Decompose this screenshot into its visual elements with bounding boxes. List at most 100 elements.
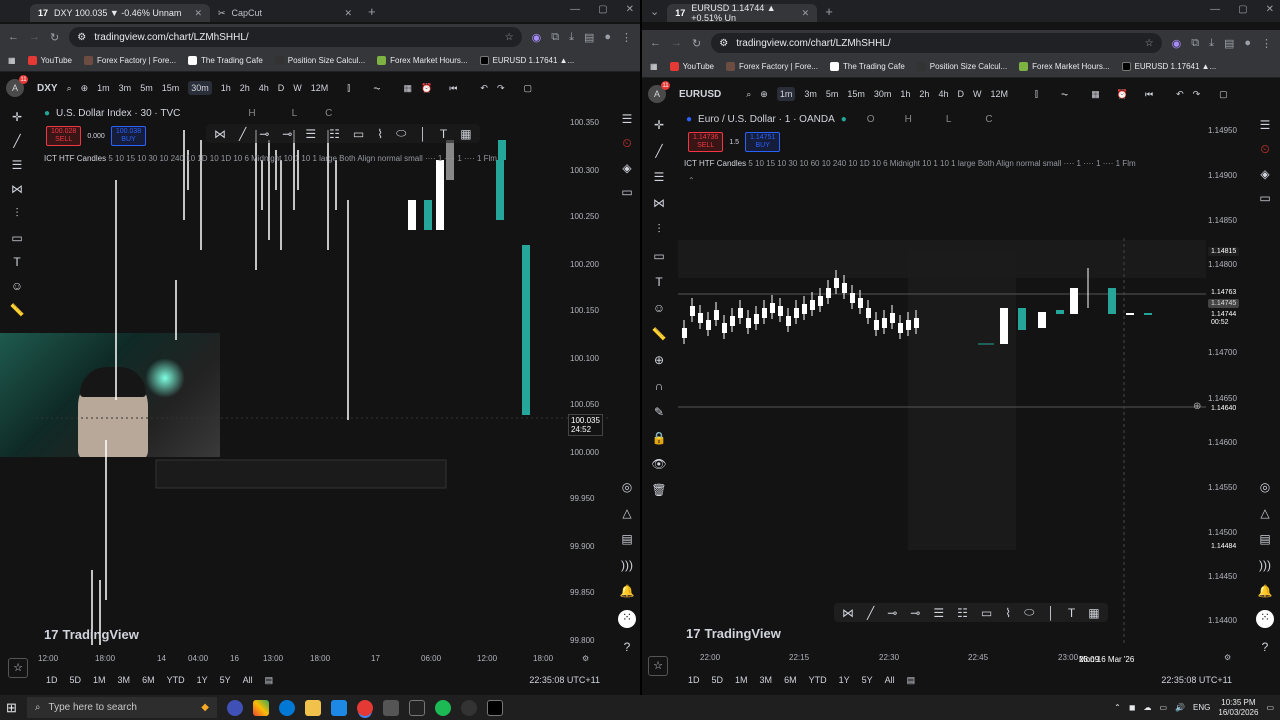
- date-range-icon[interactable]: ▤: [265, 675, 274, 686]
- crosshair-icon[interactable]: ✛: [654, 118, 664, 132]
- crosshair-add-icon[interactable]: ⊕: [1193, 401, 1201, 412]
- help-icon[interactable]: ?: [1262, 640, 1269, 654]
- text-tool-icon[interactable]: T: [440, 127, 447, 141]
- range-5d[interactable]: 5D: [70, 675, 82, 685]
- rect-tool-icon[interactable]: ▭: [353, 127, 364, 141]
- range-all[interactable]: All: [243, 675, 253, 685]
- pattern-icon[interactable]: ⋈: [11, 182, 23, 196]
- favorites-star-icon[interactable]: ☆: [8, 658, 28, 678]
- apps-grid-icon[interactable]: ▦: [650, 62, 658, 71]
- maximize-icon[interactable]: ▢: [1238, 4, 1247, 15]
- minimize-icon[interactable]: —: [570, 4, 580, 15]
- symbol-search[interactable]: DXY: [37, 83, 58, 94]
- range-6m[interactable]: 6M: [142, 675, 155, 685]
- mail-icon[interactable]: [330, 699, 347, 716]
- line-tool-icon[interactable]: ╱: [239, 127, 246, 141]
- bell-icon[interactable]: 🔔: [1258, 584, 1273, 598]
- tf-30m[interactable]: 30m: [874, 89, 892, 99]
- bookmark-forex-factory[interactable]: Forex Factory | Fore...: [726, 62, 818, 71]
- line-tool-icon[interactable]: ╱: [867, 606, 874, 620]
- tab-list-icon[interactable]: ⌄: [650, 5, 659, 18]
- download-icon[interactable]: ⤓: [569, 31, 574, 44]
- onedrive-icon[interactable]: ☁: [1144, 703, 1152, 712]
- calendar-icon[interactable]: ▤: [1259, 532, 1270, 546]
- back-icon[interactable]: ←: [8, 31, 19, 43]
- close-tab-icon[interactable]: ✕: [344, 8, 352, 19]
- chart-type-icon[interactable]: ⫿: [347, 83, 350, 94]
- table-tool-icon[interactable]: ▦: [460, 127, 471, 141]
- spotify-icon[interactable]: [434, 699, 451, 716]
- tray-app-icon[interactable]: ◼: [1129, 703, 1136, 712]
- layers-icon[interactable]: ◈: [622, 161, 631, 175]
- target-icon[interactable]: ◎: [1260, 480, 1270, 494]
- extensions-puzzle-icon[interactable]: ⧉: [551, 31, 559, 44]
- range-3m[interactable]: 3M: [118, 675, 131, 685]
- favorites-star-icon[interactable]: ☆: [648, 656, 668, 676]
- sell-button[interactable]: 100.028 SELL: [46, 126, 82, 146]
- target-icon[interactable]: ◎: [622, 480, 632, 494]
- symbol-search[interactable]: EURUSD: [679, 89, 721, 100]
- download-icon[interactable]: ⤓: [1209, 37, 1214, 50]
- date-range-icon[interactable]: ▤: [907, 675, 916, 686]
- tf-5m[interactable]: 5m: [140, 83, 153, 93]
- new-tab-icon[interactable]: +: [825, 4, 833, 19]
- ray-tool-icon[interactable]: ⊸: [282, 127, 292, 141]
- layers-icon[interactable]: ◈: [1260, 167, 1269, 181]
- reload-icon[interactable]: ↻: [50, 31, 59, 44]
- range-1y[interactable]: 1Y: [197, 675, 208, 685]
- channel-tool-icon[interactable]: ☰: [933, 606, 944, 620]
- brush-icon[interactable]: ▭: [11, 231, 22, 245]
- tab-search-icon[interactable]: ▤: [1224, 37, 1234, 50]
- tab-capcut[interactable]: ✂ CapCut ✕: [210, 4, 360, 22]
- user-avatar[interactable]: A 11: [648, 81, 670, 103]
- site-info-icon[interactable]: ⚙: [77, 32, 86, 43]
- tf-5m[interactable]: 5m: [826, 89, 839, 99]
- range-ytd[interactable]: YTD: [167, 675, 185, 685]
- help-icon[interactable]: ?: [624, 640, 631, 654]
- app-icon-4[interactable]: [460, 699, 477, 716]
- signal-icon[interactable]: ))): [621, 558, 633, 572]
- grid-dots-icon[interactable]: ⁙: [618, 610, 636, 628]
- ruler-icon[interactable]: 📏: [10, 303, 25, 317]
- capcut-icon[interactable]: [486, 699, 503, 716]
- zoom-icon[interactable]: ⊕: [654, 353, 664, 367]
- ellipse-tool-icon[interactable]: ⬭: [1024, 605, 1034, 620]
- signal-icon[interactable]: ))): [1259, 558, 1271, 572]
- range-ytd[interactable]: YTD: [809, 675, 827, 685]
- crosshair-icon[interactable]: ✛: [12, 110, 22, 124]
- back-icon[interactable]: ←: [650, 37, 661, 49]
- close-tab-icon[interactable]: ✕: [802, 8, 810, 19]
- pencil-lock-icon[interactable]: ✎: [654, 405, 664, 419]
- watchlist-icon[interactable]: ☰: [1260, 118, 1271, 132]
- minimize-icon[interactable]: —: [1210, 4, 1220, 15]
- pattern-icon[interactable]: ⋈: [653, 196, 665, 210]
- range-5y[interactable]: 5Y: [220, 675, 231, 685]
- settings-gear-icon[interactable]: ⚙: [582, 654, 589, 663]
- ray-tool-icon[interactable]: ⊸: [910, 606, 920, 620]
- extension-icon[interactable]: ◉: [1172, 37, 1182, 50]
- tf-15m[interactable]: 15m: [162, 83, 180, 93]
- bookmark-position-size[interactable]: Position Size Calcul...: [916, 62, 1007, 71]
- chart-type-icon[interactable]: ⫿: [1035, 89, 1038, 100]
- rect-tool-icon[interactable]: ▭: [981, 606, 992, 620]
- apps-grid-icon[interactable]: ▦: [8, 56, 16, 65]
- chat-icon[interactable]: ▭: [1259, 191, 1270, 205]
- compare-plus-icon[interactable]: ⊕: [760, 89, 768, 100]
- taskbar-search[interactable]: ⌕ Type here to search ◆: [26, 697, 217, 718]
- close-window-icon[interactable]: ✕: [1266, 4, 1274, 15]
- range-6m[interactable]: 6M: [784, 675, 797, 685]
- app-icon-2[interactable]: [252, 699, 269, 716]
- site-info-icon[interactable]: ⚙: [719, 38, 728, 49]
- tf-4h[interactable]: 4h: [259, 83, 269, 93]
- buy-button[interactable]: 1.14751 BUY: [745, 132, 781, 152]
- channel-tool-icon[interactable]: ☰: [305, 127, 316, 141]
- vline-tool-icon[interactable]: │: [1047, 606, 1055, 620]
- replay-icon[interactable]: ⏮: [1145, 89, 1153, 100]
- ruler-icon[interactable]: 📏: [652, 327, 667, 341]
- extensions-puzzle-icon[interactable]: ⧉: [1191, 37, 1199, 50]
- url-field[interactable]: ⚙ tradingview.com/chart/LZMhSHHL/ ☆: [69, 27, 522, 47]
- fib-tool-icon[interactable]: ☷: [957, 606, 968, 620]
- projection-icon[interactable]: ⫶: [657, 222, 660, 237]
- forward-icon[interactable]: →: [671, 37, 682, 49]
- url-field[interactable]: ⚙ tradingview.com/chart/LZMhSHHL/ ☆: [711, 33, 1162, 53]
